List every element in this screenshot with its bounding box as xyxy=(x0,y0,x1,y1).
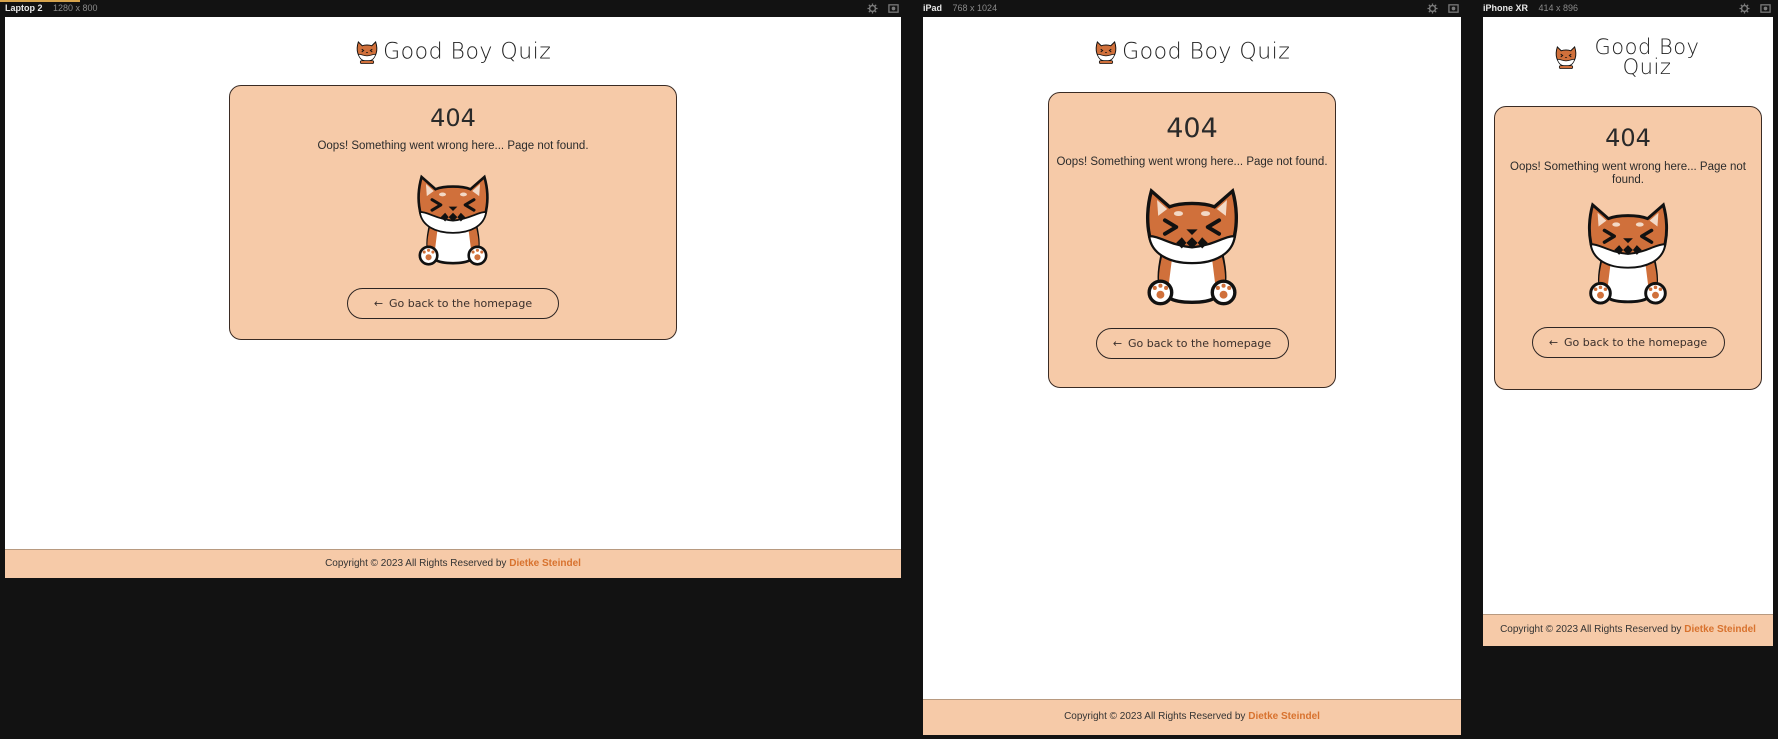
error-card: 404 Oops! Something went wrong here... P… xyxy=(229,85,677,340)
author-link[interactable]: Dietke Steindel xyxy=(1684,624,1756,635)
author-link[interactable]: Dietke Steindel xyxy=(1248,711,1320,722)
site-header: Good Boy Quiz xyxy=(923,39,1461,65)
site-footer: Copyright © 2023 All Rights Reserved by … xyxy=(5,549,901,578)
angry-shiba-dog-icon xyxy=(1135,182,1249,306)
site-footer: Copyright © 2023 All Rights Reserved by … xyxy=(1483,614,1773,646)
device-size: 768 x 1024 xyxy=(952,3,998,13)
gear-icon[interactable] xyxy=(867,3,878,14)
screenshot-icon[interactable] xyxy=(888,3,899,14)
device-name: Laptop 2 xyxy=(5,3,43,13)
screenshot-icon[interactable] xyxy=(1760,3,1771,14)
device-toolbar: Laptop 2 1280 x 800 xyxy=(5,0,901,17)
error-card: 404 Oops! Something went wrong here... P… xyxy=(1494,106,1762,390)
shiba-logo-icon[interactable] xyxy=(355,39,379,65)
angry-shiba-dog-icon xyxy=(1577,197,1679,305)
device-name: iPhone XR xyxy=(1483,3,1529,13)
arrow-left-icon: ← xyxy=(373,297,384,310)
device-laptop: Laptop 2 1280 x 800 Good Boy Quiz 404 Oo… xyxy=(0,0,901,578)
device-size: 1280 x 800 xyxy=(53,3,98,13)
device-ipad: iPad 768 x 1024 Good Boy Quiz 404 Oops! … xyxy=(923,0,1461,739)
device-toolbar: iPhone XR 414 x 896 xyxy=(1483,0,1773,17)
error-code: 404 xyxy=(1605,124,1651,152)
copyright-text: Copyright © 2023 All Rights Reserved by xyxy=(1500,624,1682,635)
homepage-button[interactable]: ← Go back to the homepage xyxy=(1531,327,1725,358)
viewport-laptop: Good Boy Quiz 404 Oops! Something went w… xyxy=(5,17,901,578)
gear-icon[interactable] xyxy=(1739,3,1750,14)
viewport-iphone: Good Boy Quiz 404 Oops! Something went w… xyxy=(1483,17,1773,646)
shiba-logo-icon[interactable] xyxy=(1094,39,1118,65)
device-size: 414 x 896 xyxy=(1538,3,1579,13)
homepage-button-label: Go back to the homepage xyxy=(1564,336,1708,349)
error-code: 404 xyxy=(430,104,476,132)
error-code: 404 xyxy=(1166,113,1218,144)
site-title[interactable]: Good Boy Quiz xyxy=(1122,40,1290,65)
copyright-text: Copyright © 2023 All Rights Reserved by xyxy=(325,558,507,569)
device-toolbar: iPad 768 x 1024 xyxy=(923,0,1461,17)
homepage-button-label: Go back to the homepage xyxy=(1128,337,1272,350)
arrow-left-icon: ← xyxy=(1548,336,1559,349)
error-card: 404 Oops! Something went wrong here... P… xyxy=(1048,92,1336,388)
error-message: Oops! Something went wrong here... Page … xyxy=(1056,156,1328,168)
site-title[interactable]: Good Boy Quiz xyxy=(383,40,551,65)
site-footer: Copyright © 2023 All Rights Reserved by … xyxy=(923,699,1461,735)
gear-icon[interactable] xyxy=(1427,3,1438,14)
homepage-button[interactable]: ← Go back to the homepage xyxy=(347,288,559,319)
viewport-ipad: Good Boy Quiz 404 Oops! Something went w… xyxy=(923,17,1461,735)
error-message: Oops! Something went wrong here... Page … xyxy=(317,140,589,152)
homepage-button[interactable]: ← Go back to the homepage xyxy=(1095,328,1289,359)
shiba-logo-icon[interactable] xyxy=(1554,44,1578,70)
site-header: Good Boy Quiz xyxy=(1483,37,1773,78)
site-header: Good Boy Quiz xyxy=(5,39,901,65)
copyright-text: Copyright © 2023 All Rights Reserved by xyxy=(1064,711,1246,722)
arrow-left-icon: ← xyxy=(1112,337,1123,350)
error-message: Oops! Something went wrong here... Page … xyxy=(1510,161,1746,186)
device-name: iPad xyxy=(923,3,943,13)
site-title[interactable]: Good Boy Quiz xyxy=(1592,37,1702,78)
homepage-button-label: Go back to the homepage xyxy=(389,297,533,310)
device-iphone: iPhone XR 414 x 896 Good Boy Quiz 404 Oo… xyxy=(1483,0,1773,646)
author-link[interactable]: Dietke Steindel xyxy=(509,558,581,569)
angry-shiba-dog-icon xyxy=(408,170,498,266)
screenshot-icon[interactable] xyxy=(1448,3,1459,14)
